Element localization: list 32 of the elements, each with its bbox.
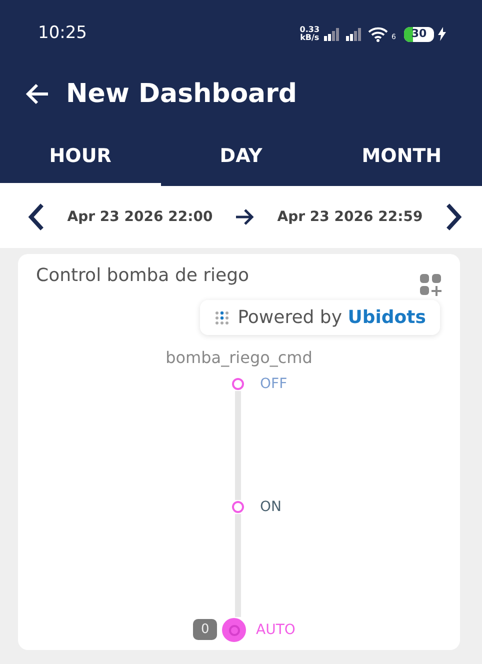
start-date: Apr 23 2026 22:00 — [67, 208, 213, 226]
chevron-left-icon[interactable] — [28, 203, 44, 231]
variable-name: bomba_riego_cmd — [166, 348, 312, 367]
arrow-right-icon — [236, 209, 254, 225]
slider-stop[interactable] — [232, 501, 244, 513]
add-widget-icon[interactable] — [420, 274, 442, 296]
slider-track-segment[interactable] — [235, 514, 241, 617]
signal-icon — [324, 28, 342, 40]
option-label: OFF — [260, 374, 288, 394]
charging-icon — [438, 27, 446, 41]
slider-track-segment[interactable] — [235, 391, 241, 500]
end-date: Apr 23 2026 22:59 — [277, 208, 423, 226]
option-label: ON — [260, 498, 282, 516]
period-tab[interactable]: HOUR — [0, 120, 161, 186]
period-tab[interactable]: MONTH — [321, 120, 482, 186]
status-time: 10:25 — [38, 22, 87, 46]
slider-stop[interactable] — [222, 618, 246, 642]
network-speed-unit: kB/s — [300, 34, 320, 42]
period-tab[interactable]: DAY — [160, 120, 322, 186]
slider-stop[interactable] — [232, 378, 244, 390]
widget-title: Control bomba de riego — [36, 264, 250, 288]
network-speed: 0.33 — [300, 26, 320, 34]
value-badge: 0 — [193, 618, 218, 640]
powered-by-text: Powered by Ubidots — [238, 306, 426, 330]
page-title: New Dashboard — [66, 78, 298, 110]
option-label: AUTO — [256, 620, 296, 640]
wifi-icon — [368, 26, 388, 42]
dots-logo-icon — [214, 310, 230, 326]
signal-icon — [346, 28, 364, 40]
powered-by-badge[interactable]: Powered by Ubidots — [200, 300, 440, 335]
chevron-right-icon[interactable] — [446, 203, 462, 231]
back-icon[interactable] — [26, 83, 50, 105]
